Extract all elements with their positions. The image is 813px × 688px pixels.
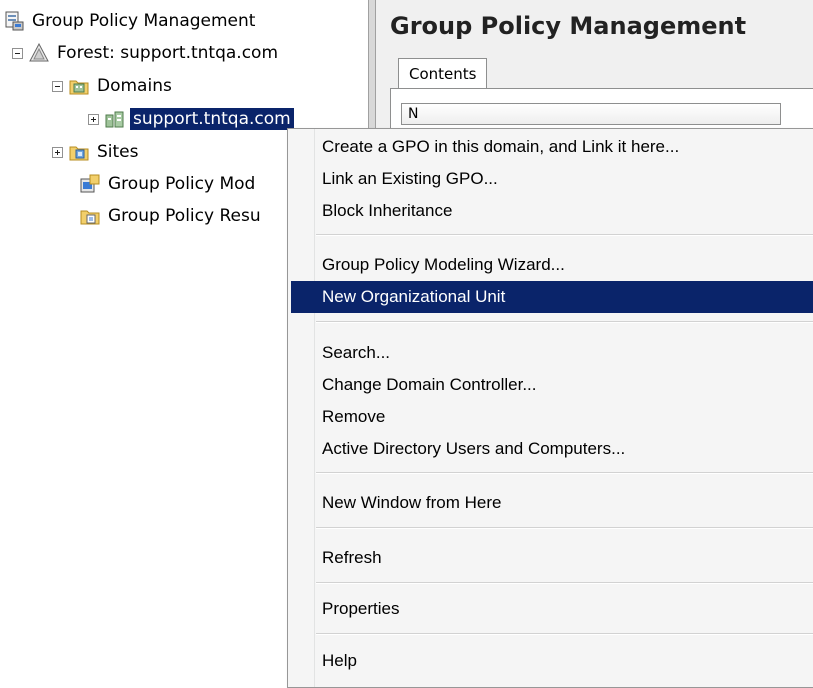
menu-item-aduc[interactable]: Active Directory Users and Computers... bbox=[291, 433, 813, 465]
tree-label-results: Group Policy Resu bbox=[108, 206, 261, 226]
sites-folder-icon bbox=[69, 142, 89, 162]
column-header-name[interactable]: N bbox=[401, 103, 781, 125]
context-menu: Create a GPO in this domain, and Link it… bbox=[287, 128, 813, 688]
tree-item-domain[interactable]: support.tntqa.com bbox=[88, 106, 294, 132]
menu-item-refresh[interactable]: Refresh bbox=[291, 542, 813, 574]
tree-label-domain: support.tntqa.com bbox=[130, 108, 294, 130]
domain-icon bbox=[105, 109, 125, 129]
collapse-icon[interactable] bbox=[12, 47, 23, 59]
menu-separator bbox=[316, 527, 813, 529]
menu-item-change-dc[interactable]: Change Domain Controller... bbox=[291, 369, 813, 401]
menu-separator bbox=[316, 633, 813, 635]
menu-item-remove[interactable]: Remove bbox=[291, 401, 813, 433]
menu-item-link-existing-gpo[interactable]: Link an Existing GPO... bbox=[291, 163, 813, 195]
menu-item-new-ou[interactable]: New Organizational Unit bbox=[291, 281, 813, 313]
menu-separator bbox=[316, 321, 813, 323]
collapse-icon[interactable] bbox=[52, 80, 63, 92]
tree-label-domains: Domains bbox=[97, 76, 172, 96]
menu-item-search[interactable]: Search... bbox=[291, 337, 813, 369]
menu-separator bbox=[316, 582, 813, 584]
expand-icon[interactable] bbox=[88, 113, 99, 125]
tab-contents[interactable]: Contents bbox=[398, 58, 488, 89]
tree-item-results[interactable]: Group Policy Resu bbox=[80, 203, 264, 229]
tree-label-sites: Sites bbox=[97, 142, 139, 162]
menu-separator bbox=[316, 472, 813, 474]
menu-item-help[interactable]: Help bbox=[291, 645, 813, 677]
page-title: Group Policy Management bbox=[390, 12, 747, 40]
tree-label-root: Group Policy Management bbox=[32, 11, 256, 31]
tree-item-sites[interactable]: Sites bbox=[52, 139, 142, 165]
tree-label-forest: Forest: support.tntqa.com bbox=[57, 43, 278, 63]
tree-item-domains[interactable]: Domains bbox=[52, 73, 175, 99]
menu-item-modeling-wizard[interactable]: Group Policy Modeling Wizard... bbox=[291, 249, 813, 281]
menu-item-new-window[interactable]: New Window from Here bbox=[291, 487, 813, 519]
menu-item-block-inheritance[interactable]: Block Inheritance bbox=[291, 195, 813, 227]
expand-icon[interactable] bbox=[52, 146, 63, 158]
tree-label-modeling: Group Policy Mod bbox=[108, 174, 256, 194]
tree-item-forest[interactable]: Forest: support.tntqa.com bbox=[12, 40, 281, 66]
gpmc-console-icon bbox=[4, 11, 24, 31]
results-folder-icon bbox=[80, 206, 100, 226]
tree-item-root[interactable]: Group Policy Management bbox=[4, 8, 258, 34]
menu-item-properties[interactable]: Properties bbox=[291, 593, 813, 625]
tree-item-modeling[interactable]: Group Policy Mod bbox=[80, 171, 258, 197]
menu-item-create-gpo[interactable]: Create a GPO in this domain, and Link it… bbox=[291, 131, 813, 163]
modeling-icon bbox=[80, 174, 100, 194]
menu-separator bbox=[316, 234, 813, 236]
domains-folder-icon bbox=[69, 76, 89, 96]
forest-icon bbox=[29, 42, 49, 63]
